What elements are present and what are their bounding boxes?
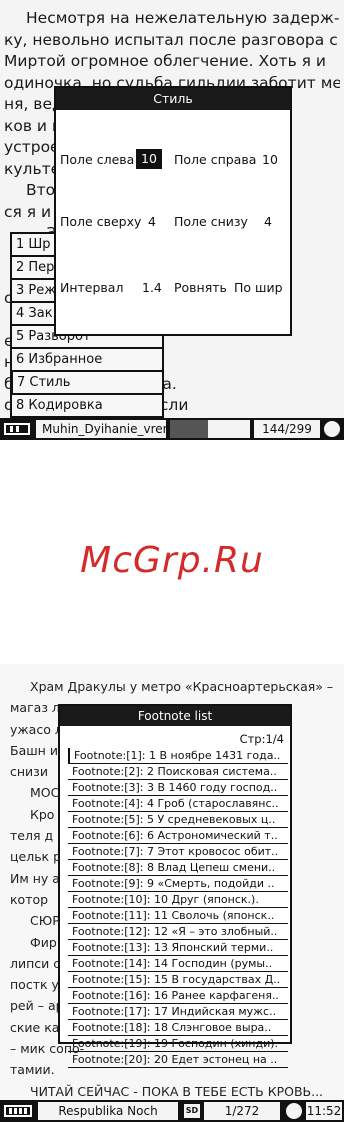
footnote-item[interactable]: Footnote:[15]: 15 В государствах Д.. <box>68 972 288 988</box>
reading-progress-bar <box>170 420 250 438</box>
interval-label: Интервал <box>60 280 124 295</box>
top-margin-value[interactable]: 4 <box>148 214 156 229</box>
footnote-item[interactable]: Footnote:[20]: 20 Едет эстонец на .. <box>68 1052 288 1068</box>
right-margin-label: Поле справа <box>174 152 257 167</box>
footnote-item[interactable]: Footnote:[18]: 18 Слэнговое выра.. <box>68 1020 288 1036</box>
align-value[interactable]: По шир <box>234 280 283 295</box>
footnote-item[interactable]: Footnote:[3]: 3 В 1460 году господ.. <box>68 780 288 796</box>
footnote-item[interactable]: Footnote:[19]: 19 Господин (хинди). <box>68 1036 288 1052</box>
page-indicator: Стр:1/4 <box>239 732 284 746</box>
bottom-margin-value[interactable]: 4 <box>264 214 272 229</box>
page-counter: 144/299 <box>254 420 320 438</box>
battery-icon <box>4 1105 32 1117</box>
align-label: Ровнять <box>174 280 227 295</box>
footnote-item[interactable]: Footnote:[8]: 8 Влад Цепеш смени.. <box>68 860 288 876</box>
top-margin-label: Поле сверху <box>60 214 142 229</box>
book-title: Muhin_Dyihanie_vremeni <box>36 420 166 438</box>
clock-time: 11:52 <box>306 1102 342 1120</box>
footnote-item[interactable]: Footnote:[17]: 17 Индийская мужс.. <box>68 1004 288 1020</box>
interval-value[interactable]: 1.4 <box>142 280 162 295</box>
footnote-list: Footnote:[1]: 1 В ноябре 1431 года.. Foot… <box>64 748 288 1068</box>
left-margin-value[interactable]: 10 <box>136 149 162 169</box>
footnote-item[interactable]: Footnote:[12]: 12 «Я – это злобный.. <box>68 924 288 940</box>
menu-item[interactable]: 6 Избранное <box>10 347 164 370</box>
status-bar: Muhin_Dyihanie_vremeni 144/299 <box>0 418 344 440</box>
battery-icon <box>4 423 30 435</box>
status-bar: Respublika Noch SD 1/272 11:52 <box>0 1100 344 1122</box>
dialog-title: Стиль <box>56 88 290 110</box>
dialog-title: Footnote list <box>60 706 290 726</box>
reader-screen-footnotes: Храм Дракулы у метро «Красноартерьская» … <box>0 664 344 1122</box>
reader-screen-style-menu: Несмотря на нежелательную задерж-ку, нев… <box>0 0 344 440</box>
clock-icon <box>324 421 340 437</box>
footnote-item[interactable]: Footnote:[1]: 1 В ноябре 1431 года.. <box>68 748 288 764</box>
footnote-item[interactable]: Footnote:[11]: 11 Сволочь (японск.. <box>68 908 288 924</box>
bottom-margin-label: Поле снизу <box>174 214 248 229</box>
sd-card-icon: SD <box>184 1104 200 1118</box>
footnote-item[interactable]: Footnote:[16]: 16 Ранее карфагеня.. <box>68 988 288 1004</box>
footnote-item[interactable]: Footnote:[14]: 14 Господин (румы.. <box>68 956 288 972</box>
footnote-item[interactable]: Footnote:[13]: 13 Японский терми.. <box>68 940 288 956</box>
footnote-item[interactable]: Footnote:[6]: 6 Астрономический т.. <box>68 828 288 844</box>
watermark: McGrp.Ru <box>80 540 264 581</box>
menu-item[interactable]: 7 Стиль <box>10 370 164 393</box>
book-title: Respublika Noch <box>38 1102 178 1120</box>
footnote-item[interactable]: Footnote:[2]: 2 Поисковая система.. <box>68 764 288 780</box>
footnote-item[interactable]: Footnote:[9]: 9 «Смерть, подойди .. <box>68 876 288 892</box>
style-dialog: Стиль Поле слева 10 Поле справа 10 Поле … <box>54 86 292 336</box>
footnote-item[interactable]: Footnote:[10]: 10 Друг (японск.). <box>68 892 288 908</box>
text-line: Миртой огромное облегчение. Хоть я и <box>4 52 326 70</box>
text-line: ку, невольно испытал после разговора с <box>4 30 338 49</box>
footnote-item[interactable]: Footnote:[5]: 5 У средневековых ц.. <box>68 812 288 828</box>
page-counter: 1/272 <box>204 1102 280 1120</box>
text-line: Храм Дракулы у метро «Красноартерьская» … <box>30 679 336 694</box>
footnote-item[interactable]: Footnote:[7]: 7 Этот кровосос обит.. <box>68 844 288 860</box>
menu-item[interactable]: 8 Кодировка <box>10 393 164 416</box>
reading-progress-fill <box>170 420 209 438</box>
footnote-item[interactable]: Footnote:[4]: 4 Гроб (старославянс.. <box>68 796 288 812</box>
clock-icon <box>286 1103 302 1119</box>
left-margin-label: Поле слева <box>60 152 135 167</box>
text-line: ЧИТАЙ СЕЙЧАС - ПОКА В ТЕБЕ ЕСТЬ КРОВЬ... <box>30 1083 324 1099</box>
text-line: Несмотря на нежелательную задерж- <box>26 9 340 27</box>
right-margin-value[interactable]: 10 <box>262 152 278 167</box>
footnote-list-dialog: Footnote list Стр:1/4 Footnote:[1]: 1 В … <box>58 704 292 1068</box>
